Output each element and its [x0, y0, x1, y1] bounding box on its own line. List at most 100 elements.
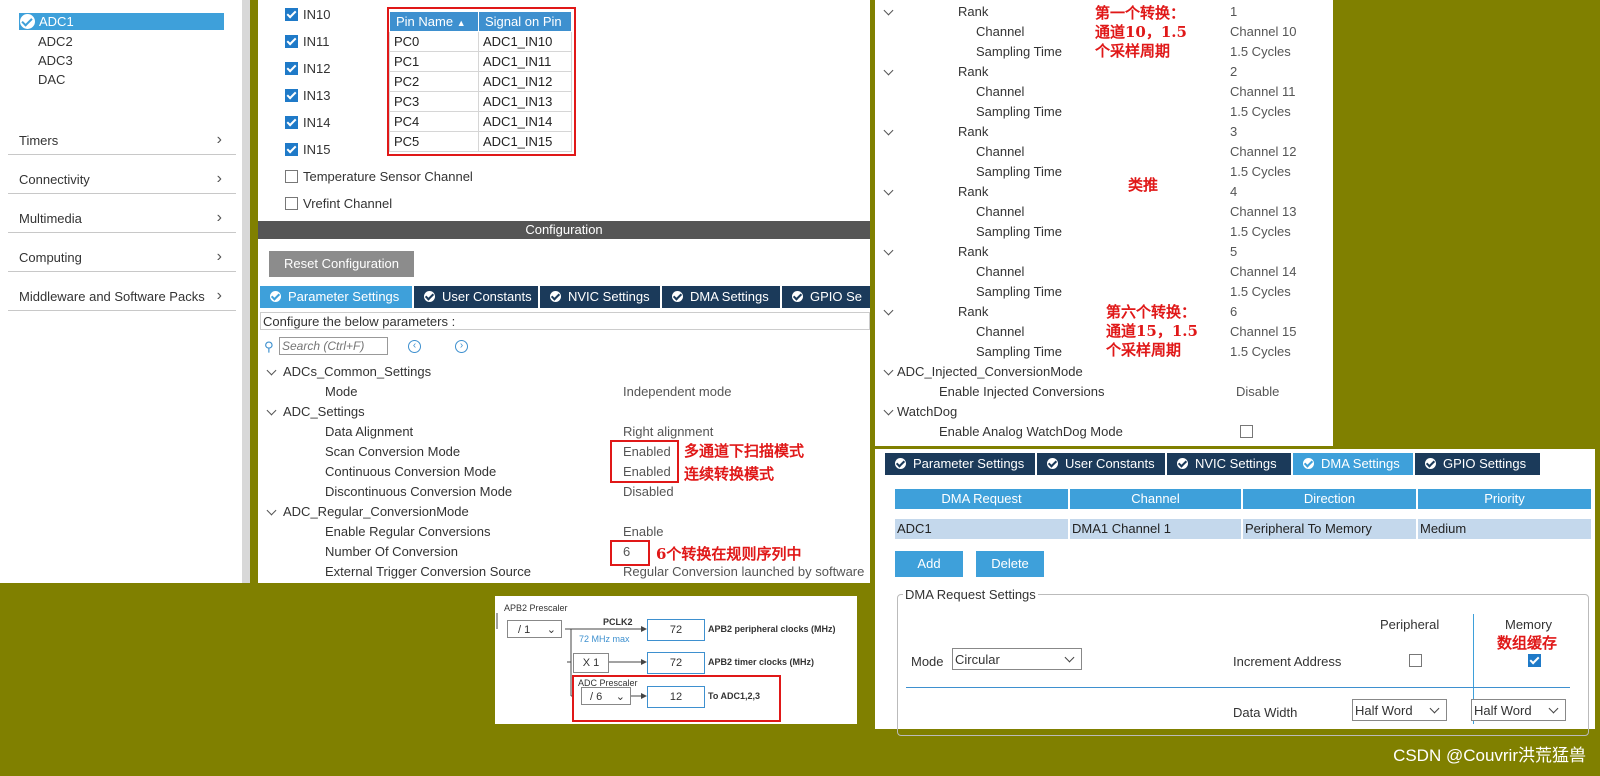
checkbox-checked-icon[interactable] [285, 143, 298, 156]
checkbox-checked-icon[interactable] [285, 62, 298, 75]
channel-checkbox-in12[interactable]: IN12 [285, 61, 330, 76]
rank-value[interactable]: 1 [1230, 4, 1237, 19]
sidebar-category-timers[interactable]: Timers › [8, 116, 236, 155]
add-button[interactable]: Add [895, 551, 963, 577]
param-value[interactable]: Disabled [623, 484, 674, 499]
sidebar-category-computing[interactable]: Computing › [8, 233, 236, 272]
param-value[interactable]: Regular Conversion launched by software [623, 564, 864, 579]
chevron-down-icon[interactable] [883, 65, 894, 76]
sidebar-category-middleware[interactable]: Middleware and Software Packs › [8, 272, 236, 311]
channel-checkbox-in15[interactable]: IN15 [285, 142, 330, 157]
section-adc-regular[interactable]: ADC_Regular_ConversionMode [283, 504, 469, 519]
chevron-down-icon[interactable] [883, 5, 894, 16]
checkbox-checked-icon[interactable] [285, 35, 298, 48]
search-next-icon[interactable]: › [455, 340, 468, 353]
sampling-time-value[interactable]: 1.5 Cycles [1230, 284, 1291, 299]
column-header-channel[interactable]: Channel [1070, 489, 1241, 509]
tab-dma-settings[interactable]: DMA Settings [662, 286, 780, 308]
sampling-time-value[interactable]: 1.5 Cycles [1230, 164, 1291, 179]
checkbox-checked-icon[interactable] [285, 116, 298, 129]
channel-value[interactable]: Channel 13 [1230, 204, 1297, 219]
tab-user-constants[interactable]: User Constants [414, 286, 538, 308]
channel-value[interactable]: Channel 14 [1230, 264, 1297, 279]
dma-cell-priority[interactable]: Medium [1418, 519, 1591, 539]
checkbox-checked-icon[interactable] [285, 89, 298, 102]
sampling-time-value[interactable]: 1.5 Cycles [1230, 44, 1291, 59]
sampling-time-value[interactable]: 1.5 Cycles [1230, 344, 1291, 359]
memory-increment-checkbox[interactable] [1528, 654, 1541, 667]
channel-value[interactable]: Channel 10 [1230, 24, 1297, 39]
tab-parameter-settings[interactable]: Parameter Settings [885, 453, 1035, 475]
param-value[interactable]: Disable [1236, 384, 1279, 399]
sidebar-category-multimedia[interactable]: Multimedia › [8, 194, 236, 233]
chevron-down-icon[interactable] [883, 185, 894, 196]
rank-value[interactable]: 6 [1230, 304, 1237, 319]
mode-select[interactable]: Circular [952, 648, 1082, 670]
channel-checkbox-in11[interactable]: IN11 [285, 34, 330, 49]
sidebar-item-dac[interactable]: DAC [38, 72, 65, 87]
channel-checkbox-in13[interactable]: IN13 [285, 88, 330, 103]
apb2-peripheral-clock-value[interactable]: 72 [647, 619, 705, 641]
rank-value[interactable]: 2 [1230, 64, 1237, 79]
section-adcs-common[interactable]: ADCs_Common_Settings [283, 364, 431, 379]
sidebar-item-adc2[interactable]: ADC2 [38, 34, 73, 49]
param-value[interactable]: Enable [623, 524, 663, 539]
rank-label[interactable]: Rank [958, 244, 988, 259]
tab-gpio-settings[interactable]: GPIO Settings [1415, 453, 1540, 475]
chevron-down-icon[interactable] [883, 245, 894, 256]
rank-value[interactable]: 3 [1230, 124, 1237, 139]
memory-data-width-select[interactable]: Half Word [1471, 699, 1566, 721]
param-value[interactable]: Right alignment [623, 424, 713, 439]
channel-value[interactable]: Channel 15 [1230, 324, 1297, 339]
checkbox-checked-icon[interactable] [285, 8, 298, 21]
sidebar-item-adc3[interactable]: ADC3 [38, 53, 73, 68]
param-value[interactable]: Independent mode [623, 384, 731, 399]
reset-configuration-button[interactable]: Reset Configuration [269, 251, 414, 277]
channel-value[interactable]: Channel 11 [1230, 84, 1296, 99]
checkbox-icon[interactable] [285, 170, 298, 183]
dma-cell-direction[interactable]: Peripheral To Memory [1243, 519, 1416, 539]
channel-value[interactable]: Channel 12 [1230, 144, 1297, 159]
rank-label[interactable]: Rank [958, 304, 988, 319]
tab-user-constants[interactable]: User Constants [1037, 453, 1165, 475]
dma-cell-channel[interactable]: DMA1 Channel 1 [1070, 519, 1241, 539]
rank-value[interactable]: 5 [1230, 244, 1237, 259]
chevron-down-icon[interactable] [883, 405, 894, 416]
column-header-dma-request[interactable]: DMA Request [895, 489, 1068, 509]
section-watchdog[interactable]: WatchDog [897, 404, 957, 419]
delete-button[interactable]: Delete [976, 551, 1044, 577]
apb2-prescaler-select[interactable]: / 1 ⌄ [507, 620, 562, 638]
rank-label[interactable]: Rank [958, 184, 988, 199]
tab-gpio-settings[interactable]: GPIO Se [782, 286, 870, 308]
watchdog-checkbox[interactable] [1240, 425, 1253, 438]
tab-nvic-settings[interactable]: NVIC Settings [1167, 453, 1291, 475]
sampling-time-value[interactable]: 1.5 Cycles [1230, 104, 1291, 119]
tab-nvic-settings[interactable]: NVIC Settings [540, 286, 660, 308]
chevron-down-icon[interactable] [883, 125, 894, 136]
search-input[interactable] [279, 337, 388, 355]
search-previous-icon[interactable]: ‹ [408, 340, 421, 353]
rank-label[interactable]: Rank [958, 4, 988, 19]
rank-value[interactable]: 4 [1230, 184, 1237, 199]
peripheral-increment-checkbox[interactable] [1409, 654, 1422, 667]
section-adc-settings[interactable]: ADC_Settings [283, 404, 365, 419]
channel-checkbox-in10[interactable]: IN10 [285, 7, 330, 22]
channel-checkbox-in14[interactable]: IN14 [285, 115, 330, 130]
column-header-direction[interactable]: Direction [1243, 489, 1416, 509]
tab-dma-settings[interactable]: DMA Settings [1293, 453, 1413, 475]
sampling-time-value[interactable]: 1.5 Cycles [1230, 224, 1291, 239]
vrefint-checkbox[interactable]: Vrefint Channel [285, 196, 392, 211]
tab-parameter-settings[interactable]: Parameter Settings [260, 286, 412, 308]
section-adc-injected[interactable]: ADC_Injected_ConversionMode [897, 364, 1083, 379]
rank-label[interactable]: Rank [958, 124, 988, 139]
chevron-down-icon[interactable] [883, 305, 894, 316]
column-header-priority[interactable]: Priority [1418, 489, 1591, 509]
peripheral-data-width-select[interactable]: Half Word [1352, 699, 1447, 721]
rank-label[interactable]: Rank [958, 64, 988, 79]
sidebar-item-adc1[interactable]: ADC1 [19, 13, 224, 30]
sidebar-category-connectivity[interactable]: Connectivity › [8, 155, 236, 194]
apb2-timer-clock-value[interactable]: 72 [647, 652, 705, 674]
temperature-sensor-checkbox[interactable]: Temperature Sensor Channel [285, 169, 473, 184]
dma-cell-request[interactable]: ADC1 [895, 519, 1068, 539]
checkbox-icon[interactable] [285, 197, 298, 210]
